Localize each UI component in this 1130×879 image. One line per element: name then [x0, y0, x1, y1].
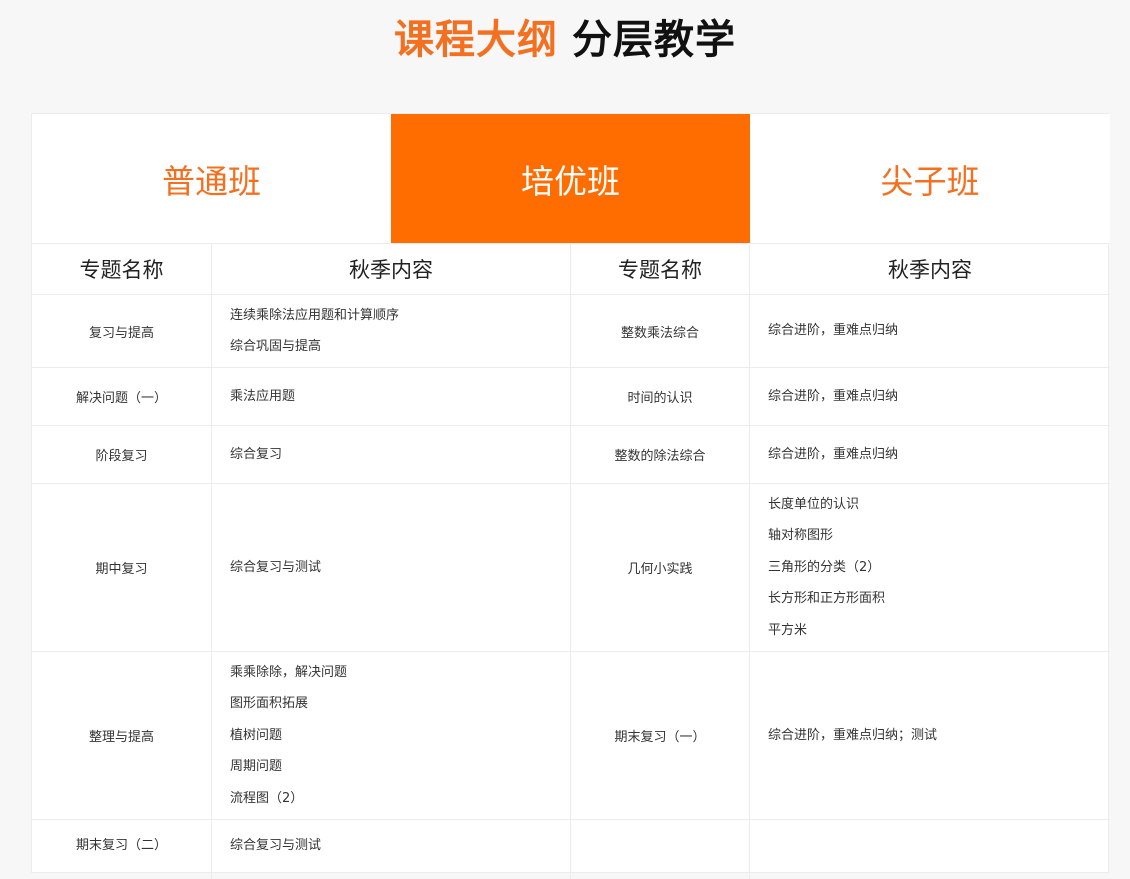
topic-text: 解决问题（一）	[75, 391, 167, 406]
topic-cell: 时间的认识	[570, 368, 749, 425]
topic-cell: 期中复习	[32, 484, 211, 651]
content-cell: 综合复习与测试	[211, 820, 570, 879]
content-line: 综合进阶，重难点归纳	[768, 446, 899, 462]
content-line: 图形面积拓展	[230, 696, 309, 712]
content-cell: 综合进阶，重难点归纳；测试	[749, 652, 1110, 819]
topic-cell: 整数的除法综合	[570, 426, 749, 483]
content-line: 综合进阶，重难点归纳	[768, 388, 899, 404]
content-line: 轴对称图形	[768, 528, 834, 544]
content-cell	[749, 820, 1110, 879]
title-accent: 课程大纲	[394, 17, 558, 63]
content-cell: 综合复习	[211, 426, 570, 483]
topic-cell: 整数乘法综合	[570, 295, 749, 367]
content-cell: 综合进阶，重难点归纳	[749, 426, 1110, 483]
content-cell: 连续乘除法应用题和计算顺序 综合巩固与提高	[211, 295, 570, 367]
topic-text: 整数乘法综合	[620, 325, 699, 341]
content-line: 周期问题	[230, 759, 283, 775]
content-cell: 乘乘除除，解决问题 图形面积拓展 植树问题 周期问题 流程图（2）	[211, 652, 570, 819]
table-row: 期中复习 综合复习与测试 几何小实践 长度单位的认识 轴对称图形 三角形的分类（…	[32, 483, 1110, 651]
topic-cell	[570, 820, 749, 879]
topic-cell: 期末复习（二）	[32, 820, 211, 879]
content-line: 三角形的分类（2）	[768, 559, 881, 575]
topic-text: 几何小实践	[627, 562, 693, 577]
table-row: 复习与提高 连续乘除法应用题和计算顺序 综合巩固与提高 整数乘法综合 综合进阶，…	[32, 294, 1110, 367]
tab-advanced-class[interactable]: 培优班	[391, 114, 750, 243]
content-cell: 综合复习与测试	[211, 484, 570, 651]
content-cell: 长度单位的认识 轴对称图形 三角形的分类（2） 长方形和正方形面积 平方米	[749, 484, 1110, 651]
content-cell: 综合进阶，重难点归纳	[749, 368, 1110, 425]
content-cell: 乘法应用题	[211, 368, 570, 425]
topic-cell: 整理与提高	[32, 652, 211, 819]
content-line: 长方形和正方形面积	[768, 591, 886, 607]
content-cell: 综合进阶，重难点归纳	[749, 295, 1110, 367]
class-level-tabs: 普通班 培优班 尖子班	[32, 114, 1110, 243]
content-line: 流程图（2）	[230, 790, 304, 806]
header-topic-left: 专题名称	[79, 258, 164, 282]
curriculum-panel: 普通班 培优班 尖子班 专题名称 秋季内容 专题名称 秋季内容 复习与提高 连续…	[31, 113, 1110, 879]
topic-cell: 几何小实践	[570, 484, 749, 651]
table-row: 期末复习（二） 综合复习与测试	[32, 819, 1110, 879]
table-row: 解决问题（一） 乘法应用题 时间的认识 综合进阶，重难点归纳	[32, 367, 1110, 425]
table-row: 整理与提高 乘乘除除，解决问题 图形面积拓展 植树问题 周期问题 流程图（2） …	[32, 651, 1110, 819]
topic-text: 期末复习（二）	[75, 838, 167, 853]
topic-cell: 阶段复习	[32, 426, 211, 483]
header-topic-right: 专题名称	[570, 244, 749, 294]
syllabus-table: 专题名称 秋季内容 专题名称 秋季内容 复习与提高 连续乘除法应用题和计算顺序 …	[32, 243, 1110, 879]
content-line: 综合复习与测试	[230, 559, 322, 575]
content-line: 综合进阶，重难点归纳；测试	[768, 727, 938, 743]
topic-text: 期中复习	[95, 562, 148, 577]
content-line: 连续乘除法应用题和计算顺序	[230, 307, 400, 323]
content-line: 植树问题	[230, 727, 283, 743]
tab-regular-class[interactable]: 普通班	[32, 114, 391, 243]
topic-text: 阶段复习	[95, 449, 148, 464]
topic-text: 时间的认识	[627, 391, 693, 406]
topic-text: 整数的除法综合	[614, 449, 706, 464]
content-line: 长度单位的认识	[768, 496, 860, 512]
content-line: 乘法应用题	[230, 388, 296, 404]
topic-cell: 期末复习（一）	[570, 652, 749, 819]
table-row: 阶段复习 综合复习 整数的除法综合 综合进阶，重难点归纳	[32, 425, 1110, 483]
content-line: 综合复习	[230, 446, 283, 462]
header-content-right: 秋季内容	[749, 244, 1110, 294]
content-line: 综合复习与测试	[230, 838, 322, 853]
header-content-left: 秋季内容	[211, 244, 570, 294]
topic-cell: 复习与提高	[32, 295, 211, 367]
topic-text: 复习与提高	[88, 325, 154, 341]
page-title: 课程大纲 分层教学	[0, 12, 1130, 68]
topic-text: 整理与提高	[88, 730, 154, 745]
table-header-row: 专题名称 秋季内容 专题名称 秋季内容	[32, 243, 1110, 294]
content-line: 综合巩固与提高	[230, 339, 322, 354]
title-rest: 分层教学	[572, 17, 736, 63]
topic-cell: 解决问题（一）	[32, 368, 211, 425]
content-line: 乘乘除除，解决问题	[230, 664, 348, 680]
content-line: 综合进阶，重难点归纳	[768, 323, 899, 339]
tab-top-class[interactable]: 尖子班	[750, 114, 1110, 243]
topic-text: 期末复习（一）	[614, 730, 706, 745]
content-line: 平方米	[768, 622, 808, 638]
